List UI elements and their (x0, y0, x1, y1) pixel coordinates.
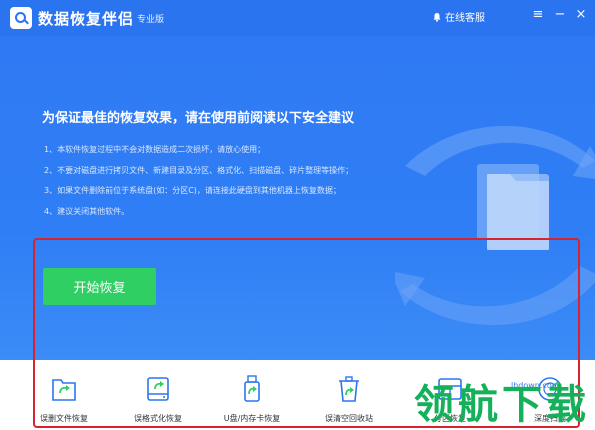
start-recovery-button[interactable]: 开始恢复 (43, 268, 156, 305)
tool-recycle-bin-recovery[interactable]: 误清空回收站 (304, 360, 394, 430)
recycle-bin-icon (339, 376, 359, 402)
app-logo-icon (10, 7, 32, 29)
drive-format-icon (147, 377, 169, 401)
tip-item: 3、如果文件删除前位于系统盘(如：分区C)，请连接此硬盘到其他机器上恢复数据； (44, 186, 341, 195)
close-button[interactable]: × (573, 7, 589, 23)
watermark-text: 领航下载 (414, 382, 590, 428)
main-panel: 为保证最佳的恢复效果，请在使用前阅读以下安全建议 1、本软件恢复过程中不会对数据… (0, 36, 595, 382)
minimize-button[interactable]: − (552, 7, 568, 23)
online-service-button[interactable]: 在线客服 (432, 9, 485, 24)
folder-restore-icon (52, 379, 76, 401)
usb-drive-icon (244, 375, 260, 402)
tip-item: 4、建议关闭其他软件。 (44, 206, 130, 216)
menu-icon: ≡ (532, 7, 544, 22)
tip-item: 1、本软件恢复过程中不会对数据造成二次损坏，请放心使用； (44, 145, 266, 154)
bell-icon (433, 12, 441, 22)
online-service-label: 在线客服 (445, 13, 485, 24)
tool-label: U盘/内存卡恢复 (223, 414, 281, 423)
minimize-icon: − (554, 7, 566, 22)
recovery-arrows-illustration (395, 125, 595, 326)
app-window: 数据恢复伴侣 专业版 在线客服 ≡ − × 为保证最佳的恢复效果，请在使用前阅读… (0, 0, 595, 430)
tool-deleted-file-recovery[interactable]: 误删文件恢复 (19, 360, 109, 430)
tool-label: 误删文件恢复 (40, 414, 88, 423)
title-bar: 数据恢复伴侣 专业版 在线客服 ≡ − × (0, 0, 595, 36)
tool-label: 误清空回收站 (325, 414, 373, 423)
menu-button[interactable]: ≡ (530, 7, 546, 23)
app-title: 数据恢复伴侣 (38, 10, 135, 28)
safety-headline: 为保证最佳的恢复效果，请在使用前阅读以下安全建议 (42, 111, 355, 126)
tool-format-recovery[interactable]: 误格式化恢复 (113, 360, 203, 430)
tool-label: 误格式化恢复 (134, 414, 182, 423)
safety-tips-list: 1、本软件恢复过程中不会对数据造成二次损坏，请放心使用； 2、不要对磁盘进行拷贝… (44, 144, 353, 226)
edition-label: 专业版 (137, 15, 165, 25)
tool-usb-card-recovery[interactable]: U盘/内存卡恢复 (207, 360, 297, 430)
tip-item: 2、不要对磁盘进行拷贝文件、新建目录及分区、格式化、扫描磁盘、碎片整理等操作； (44, 165, 354, 175)
close-icon: × (575, 7, 587, 22)
